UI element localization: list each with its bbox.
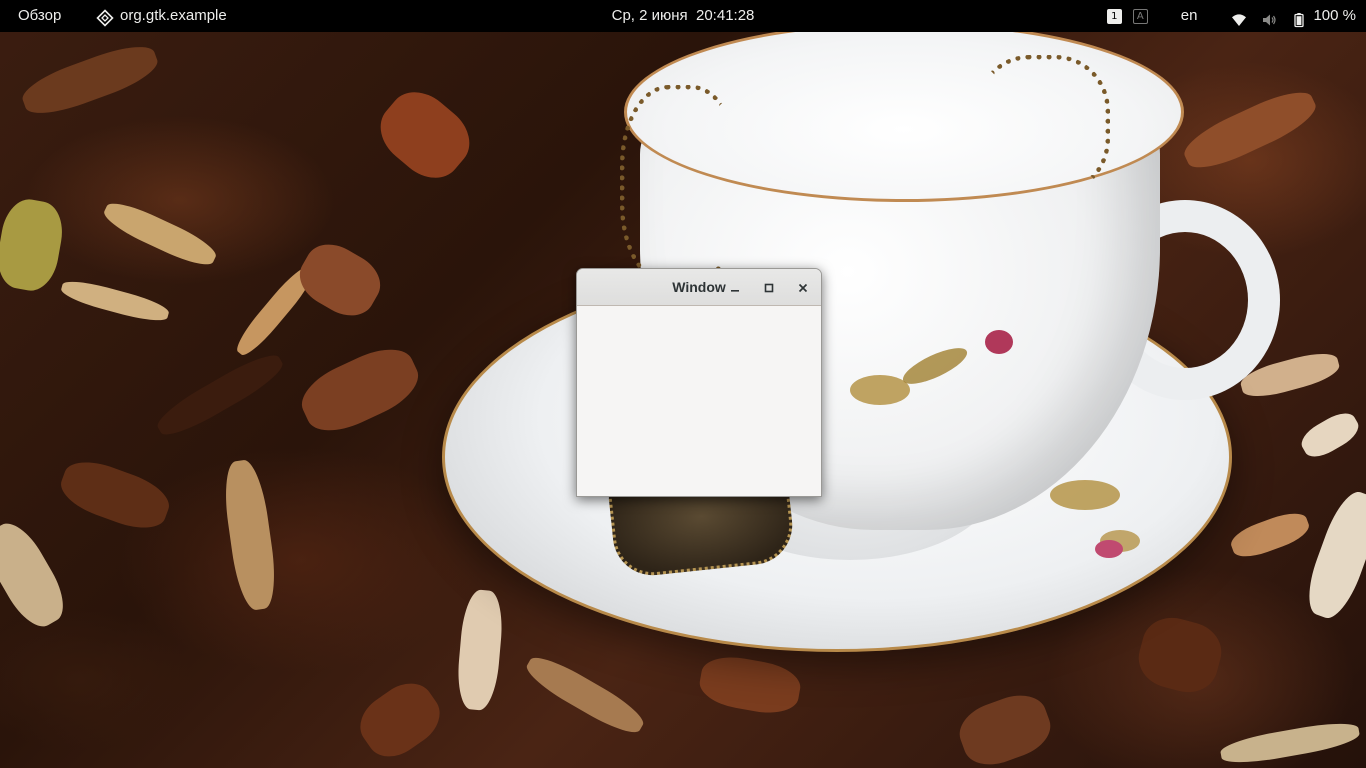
app-menu-label: org.gtk.example <box>120 7 227 24</box>
app-menu[interactable]: org.gtk.example <box>96 0 227 32</box>
activities-button[interactable]: Обзор <box>18 0 61 32</box>
battery-icon <box>1291 8 1307 28</box>
minimize-icon <box>729 279 741 298</box>
battery-percentage: 100 % <box>1313 7 1356 24</box>
close-icon <box>797 279 809 298</box>
minimize-button[interactable] <box>725 278 745 298</box>
input-language-indicator[interactable]: en <box>1181 0 1198 32</box>
app-window: Window <box>576 268 822 497</box>
close-button[interactable] <box>793 278 813 298</box>
top-bar: Обзор org.gtk.example Ср, 2 июня 20:41:2… <box>0 0 1366 32</box>
workspace-indicator-1[interactable]: 1 <box>1106 8 1122 24</box>
maximize-button[interactable] <box>759 278 779 298</box>
window-titlebar[interactable]: Window <box>577 269 821 306</box>
workspace-indicator-a[interactable]: A <box>1132 8 1148 24</box>
clock[interactable]: Ср, 2 июня 20:41:28 <box>612 7 755 24</box>
maximize-icon <box>763 279 775 298</box>
application-diamond-icon <box>96 7 114 27</box>
window-content <box>577 306 821 496</box>
status-area[interactable]: 1 A en 100 % <box>1106 0 1356 32</box>
volume-muted-icon <box>1261 8 1277 26</box>
window-title: Window <box>672 279 726 295</box>
wifi-icon <box>1231 8 1247 26</box>
